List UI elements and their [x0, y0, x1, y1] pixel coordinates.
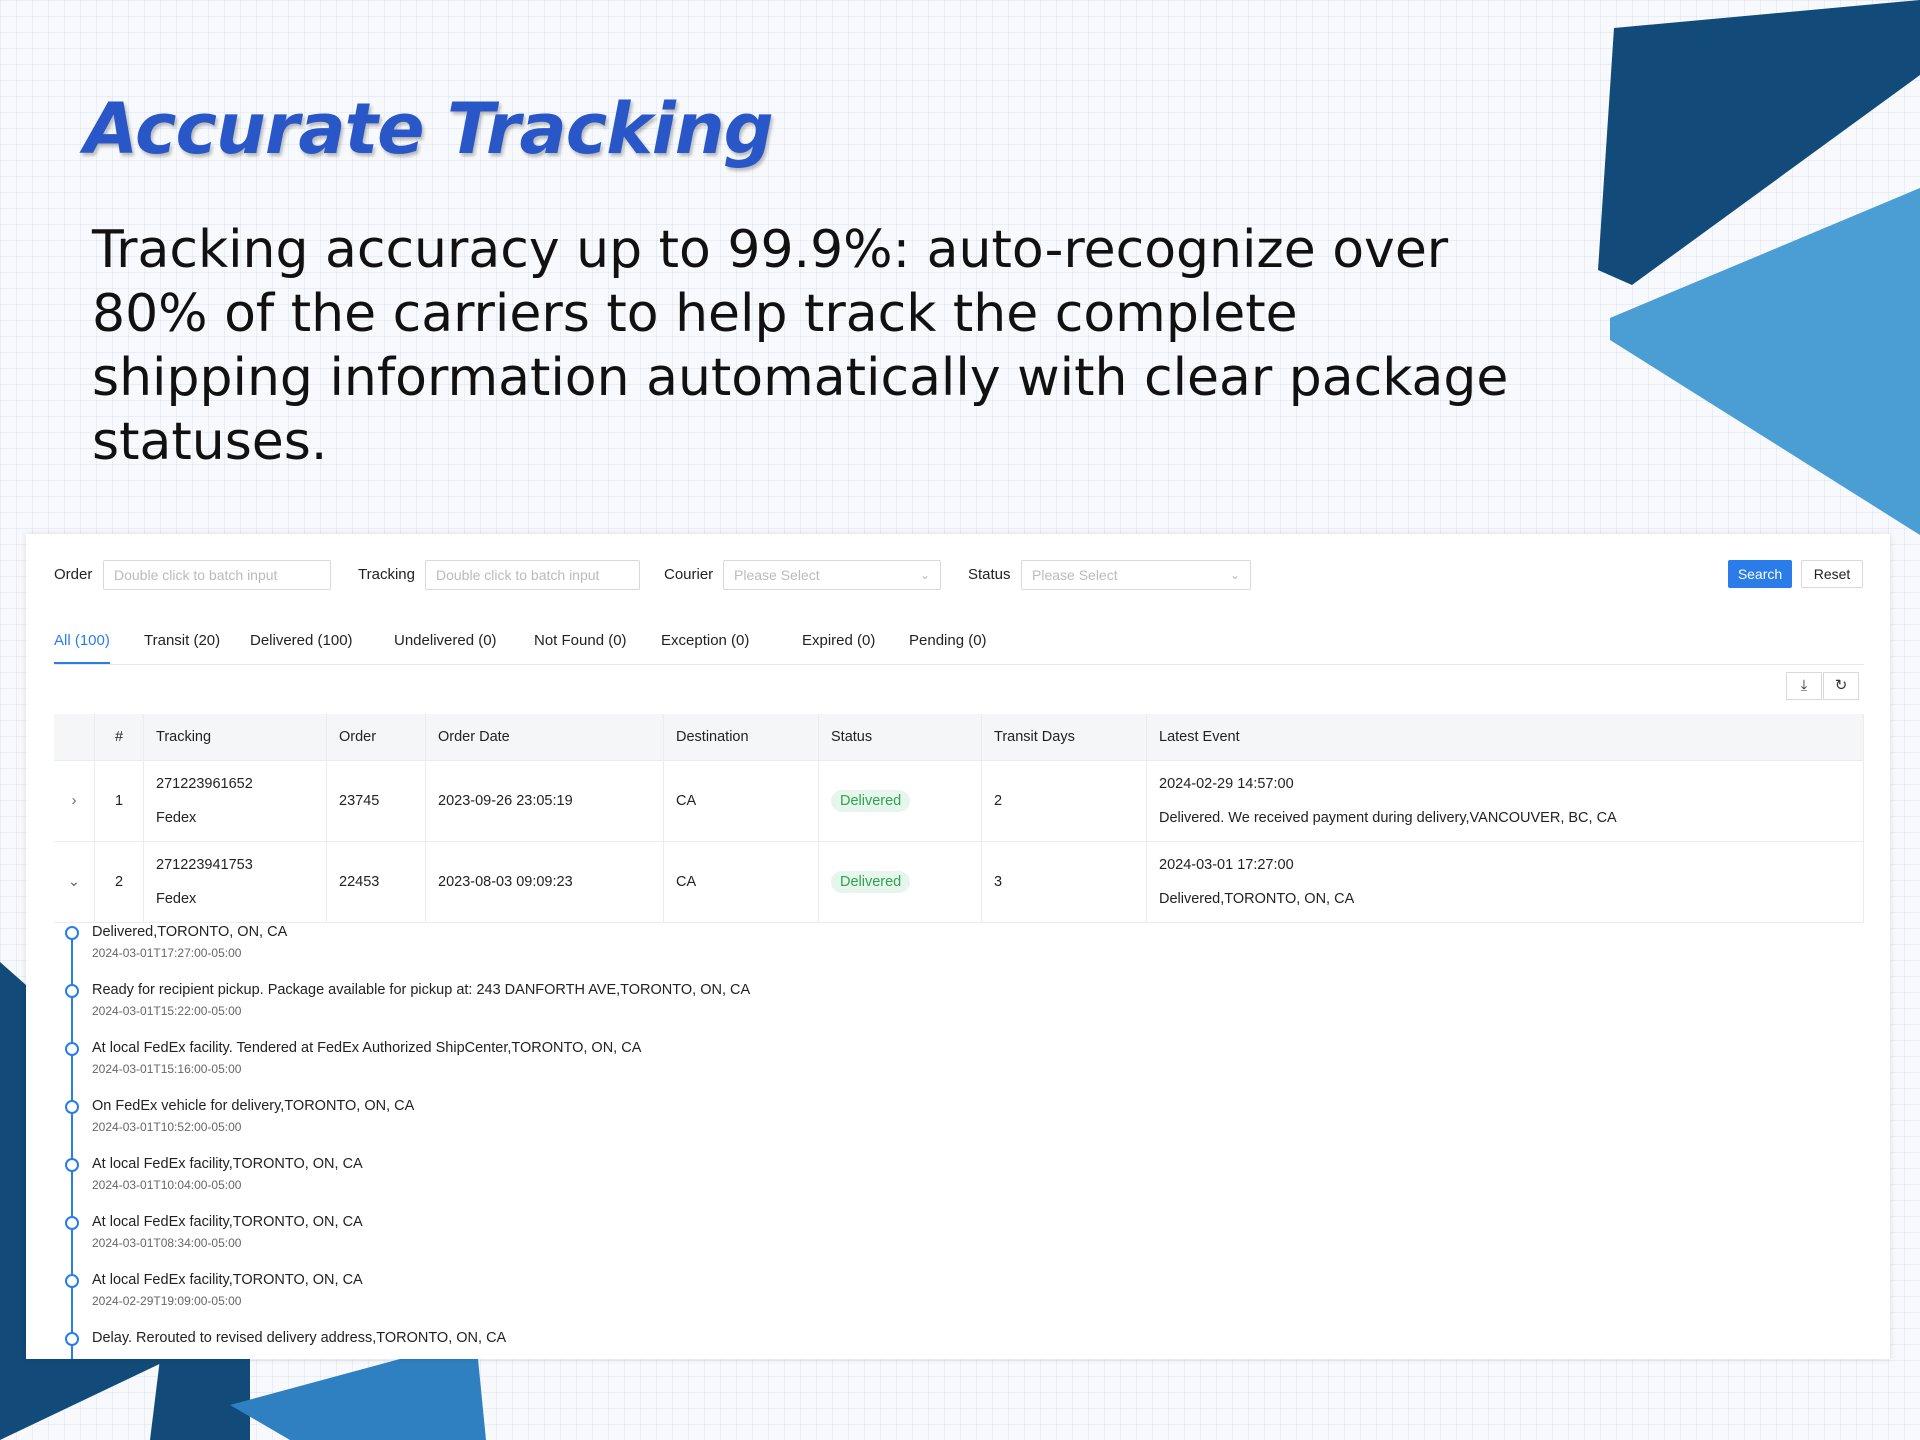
timeline-event-text: At local FedEx facility. Tendered at Fed…	[92, 1040, 642, 1056]
row-number: 1	[94, 760, 144, 842]
event-time: 2024-03-01 17:27:00	[1159, 857, 1294, 873]
event-text: Delivered,TORONTO, ON, CA	[1159, 891, 1355, 907]
timeline-dot-icon	[65, 1100, 79, 1114]
status-tabs: All (100) Transit (20) Delivered (100) U…	[54, 624, 1864, 665]
tracking-number: 271223961652	[156, 776, 253, 792]
tracking-input[interactable]	[425, 560, 640, 590]
timeline-event-text: Delay. Rerouted to revised delivery addr…	[92, 1330, 507, 1346]
tab-exception[interactable]: Exception (0)	[661, 624, 749, 664]
destination-cell: CA	[663, 760, 819, 842]
courier-name: Fedex	[156, 891, 197, 907]
column-header-tracking: Tracking	[143, 714, 327, 761]
order-cell: 23745	[326, 760, 426, 842]
tracking-cell: 271223941753 Fedex	[143, 841, 327, 923]
filter-bar: Order Tracking Courier Please Select ⌄ S…	[26, 534, 1890, 614]
tracking-cell: 271223961652 Fedex	[143, 760, 327, 842]
table-row[interactable]: › 1 271223961652 Fedex 23745 2023-09-26 …	[54, 760, 1864, 842]
status-select-placeholder: Please Select	[1032, 567, 1118, 583]
tab-not-found[interactable]: Not Found (0)	[534, 624, 627, 664]
shipments-table: # Tracking Order Order Date Destination …	[54, 714, 1864, 923]
courier-select[interactable]: Please Select ⌄	[723, 560, 941, 590]
status-cell: Delivered	[818, 841, 982, 923]
timeline-line	[71, 938, 73, 1359]
timeline-event-text: At local FedEx facility,TORONTO, ON, CA	[92, 1272, 363, 1288]
download-icon[interactable]: ⤓	[1786, 672, 1822, 700]
timeline-dot-icon	[65, 926, 79, 940]
timeline-dot-icon	[65, 1042, 79, 1056]
column-header-transit-days: Transit Days	[981, 714, 1147, 761]
order-date-cell: 2023-09-26 23:05:19	[425, 760, 664, 842]
timeline-dot-icon	[65, 1274, 79, 1288]
event-time: 2024-02-29 14:57:00	[1159, 776, 1294, 792]
row-number: 2	[94, 841, 144, 923]
page-subtitle: Tracking accuracy up to 99.9%: auto-reco…	[92, 220, 1509, 472]
timeline-event-text: Ready for recipient pickup. Package avai…	[92, 982, 751, 998]
tab-expired[interactable]: Expired (0)	[802, 624, 875, 664]
order-date-cell: 2023-08-03 09:09:23	[425, 841, 664, 923]
tracking-number: 271223941753	[156, 857, 253, 873]
chevron-right-icon[interactable]: ›	[54, 760, 95, 842]
chevron-down-icon: ⌄	[1229, 568, 1240, 582]
table-header-row: # Tracking Order Order Date Destination …	[54, 714, 1864, 761]
refresh-icon[interactable]: ↻	[1823, 672, 1859, 700]
deco-dark-bottom-mid	[150, 1359, 250, 1440]
column-header-number: #	[94, 714, 144, 761]
reset-button[interactable]: Reset	[1801, 560, 1863, 588]
latest-event-cell: 2024-02-29 14:57:00 Delivered. We receiv…	[1146, 760, 1864, 842]
timeline-event-time: 2024-03-01T15:16:00-05:00	[92, 1062, 242, 1076]
deco-light-bottom	[230, 1359, 486, 1440]
timeline-event-time: 2024-03-01T10:04:00-05:00	[92, 1178, 242, 1192]
destination-cell: CA	[663, 841, 819, 923]
column-header-latest-event: Latest Event	[1146, 714, 1864, 761]
tab-all[interactable]: All (100)	[54, 624, 110, 664]
transit-days-cell: 2	[981, 760, 1147, 842]
courier-select-placeholder: Please Select	[734, 567, 820, 583]
timeline-dot-icon	[65, 984, 79, 998]
status-select[interactable]: Please Select ⌄	[1021, 560, 1251, 590]
column-header-order-date: Order Date	[425, 714, 664, 761]
timeline-event-text: Delivered,TORONTO, ON, CA	[92, 924, 288, 940]
tab-undelivered[interactable]: Undelivered (0)	[394, 624, 497, 664]
tab-pending[interactable]: Pending (0)	[909, 624, 987, 664]
transit-days-cell: 3	[981, 841, 1147, 923]
timeline-event-time: 2024-02-29T19:09:00-05:00	[92, 1294, 242, 1308]
timeline-event-text: At local FedEx facility,TORONTO, ON, CA	[92, 1156, 363, 1172]
timeline-event-time: 2024-03-01T17:27:00-05:00	[92, 946, 242, 960]
timeline-dot-icon	[65, 1332, 79, 1346]
timeline-dot-icon	[65, 1158, 79, 1172]
chevron-down-icon[interactable]: ⌄	[54, 841, 95, 923]
courier-name: Fedex	[156, 810, 197, 826]
column-header-status: Status	[818, 714, 982, 761]
order-input[interactable]	[103, 560, 331, 590]
status-label: Status	[968, 566, 1011, 583]
timeline-event-time: 2024-03-01T10:52:00-05:00	[92, 1120, 242, 1134]
latest-event-cell: 2024-03-01 17:27:00 Delivered,TORONTO, O…	[1146, 841, 1864, 923]
status-badge: Delivered	[831, 871, 911, 893]
table-row[interactable]: ⌄ 2 271223941753 Fedex 22453 2023-08-03 …	[54, 841, 1864, 923]
status-badge: Delivered	[831, 790, 911, 812]
chevron-down-icon: ⌄	[919, 568, 930, 582]
column-header-order: Order	[326, 714, 426, 761]
tracking-panel: Order Tracking Courier Please Select ⌄ S…	[26, 534, 1890, 1359]
status-cell: Delivered	[818, 760, 982, 842]
timeline-event-time: 2024-03-01T08:34:00-05:00	[92, 1236, 242, 1250]
order-cell: 22453	[326, 841, 426, 923]
column-header-destination: Destination	[663, 714, 819, 761]
event-text: Delivered. We received payment during de…	[1159, 810, 1617, 826]
tracking-label: Tracking	[358, 566, 415, 583]
timeline-event-time: 2024-03-01T15:22:00-05:00	[92, 1004, 242, 1018]
timeline-event-text: On FedEx vehicle for delivery,TORONTO, O…	[92, 1098, 415, 1114]
search-button[interactable]: Search	[1728, 560, 1792, 588]
page-title: Accurate Tracking	[84, 88, 774, 170]
order-label: Order	[54, 566, 93, 583]
timeline-event-text: At local FedEx facility,TORONTO, ON, CA	[92, 1214, 363, 1230]
courier-label: Courier	[664, 566, 714, 583]
tab-transit[interactable]: Transit (20)	[144, 624, 220, 664]
timeline-dot-icon	[65, 1216, 79, 1230]
expand-column-header	[54, 714, 95, 761]
tab-delivered[interactable]: Delivered (100)	[250, 624, 353, 664]
